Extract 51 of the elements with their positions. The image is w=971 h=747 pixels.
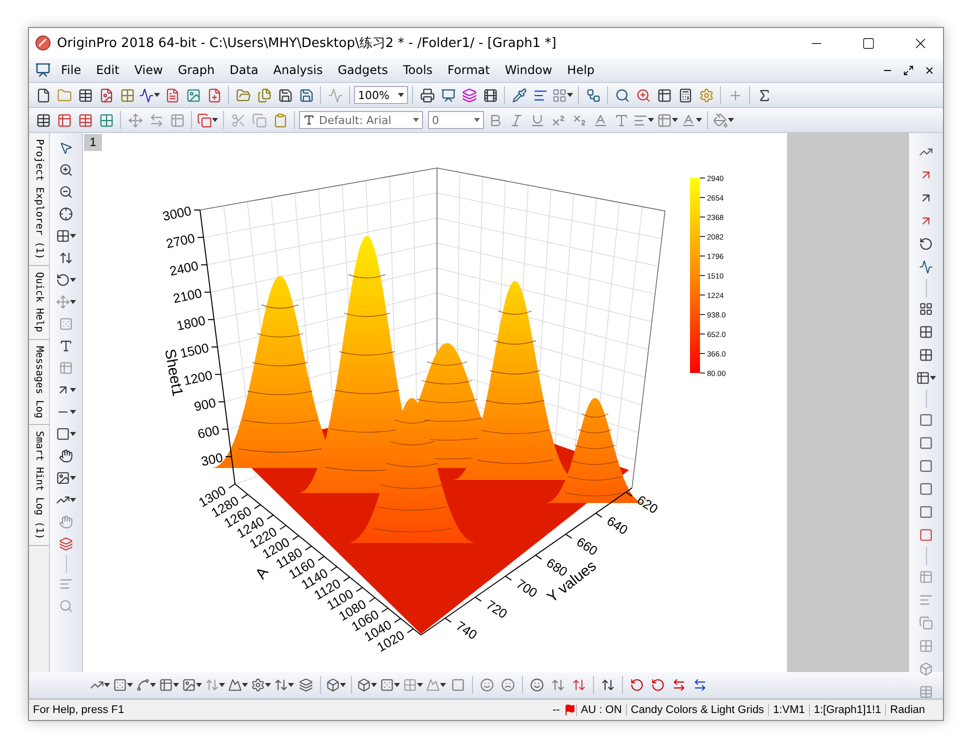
tick-label: 1800 — [175, 312, 207, 334]
window-title: OriginPro 2018 64-bit - C:\Users\MHY\Desktop\练习2 * - /Folder1/ - [Graph1 *] — [57, 35, 558, 52]
axis-title: A — [252, 564, 272, 582]
font-dropdown[interactable]: Default: Arial — [299, 111, 423, 129]
tick-label: 720 — [484, 597, 510, 622]
caret-icon — [413, 117, 419, 123]
status-pane: 1:[Graph1]1!1 — [808, 704, 886, 716]
tick-label: 2100 — [172, 285, 204, 306]
tick-label: 740 — [453, 618, 480, 643]
status-pane: AU : ON — [576, 704, 626, 716]
menu-item[interactable]: File — [54, 61, 88, 79]
tick-label: 1500 — [178, 340, 210, 361]
tick-label: 2400 — [168, 258, 200, 279]
status-pane: Radian — [885, 704, 929, 716]
flag-icon — [564, 704, 576, 716]
menu-item[interactable]: Analysis — [266, 61, 330, 79]
status-text: For Help, press F1 — [32, 704, 126, 716]
maximize-icon[interactable] — [862, 36, 874, 50]
tick-label: 620 — [634, 492, 661, 517]
menu-item[interactable]: Edit — [89, 61, 126, 79]
menu-item[interactable]: Gadgets — [330, 61, 395, 79]
side-tab[interactable]: Smart Hint Log (1) — [29, 424, 49, 546]
tick-label: 700 — [514, 576, 540, 601]
side-tab[interactable]: Project Explorer (1) — [29, 133, 49, 266]
tick-label: 900 — [192, 394, 218, 414]
app-icon — [35, 35, 51, 51]
side-tab[interactable]: Quick Help — [29, 266, 49, 340]
tick-label: 300 — [200, 450, 224, 469]
tick-label: 660 — [574, 534, 600, 559]
menu-item[interactable]: Window — [498, 61, 560, 79]
menu-item[interactable]: Data — [222, 61, 266, 79]
font-size-dropdown[interactable]: 0 — [428, 111, 484, 129]
tick-label: 600 — [196, 422, 221, 442]
layer-tab[interactable]: 1 — [84, 134, 102, 151]
caret-icon — [398, 92, 404, 98]
status-pane: 1:VM1 — [768, 704, 809, 716]
menu-item[interactable]: Format — [440, 61, 497, 79]
side-tab[interactable]: Messages Log — [29, 340, 49, 425]
menu-item[interactable]: Tools — [396, 61, 440, 79]
zoom-dropdown[interactable]: 100% — [354, 86, 408, 104]
tick-label: 3000 — [161, 203, 193, 224]
status-pane: Candy Colors & Light Grids — [626, 704, 768, 716]
caret-icon — [474, 117, 480, 123]
tick-label: 1200 — [182, 368, 214, 388]
status-pane: -- — [552, 704, 561, 716]
tick-label: 2700 — [164, 230, 196, 252]
tick-label: 640 — [604, 513, 631, 538]
menu-item[interactable]: Help — [560, 61, 602, 79]
menu-item[interactable]: View — [127, 61, 170, 79]
font-icon — [303, 114, 315, 126]
menu-item[interactable]: Graph — [170, 61, 222, 79]
